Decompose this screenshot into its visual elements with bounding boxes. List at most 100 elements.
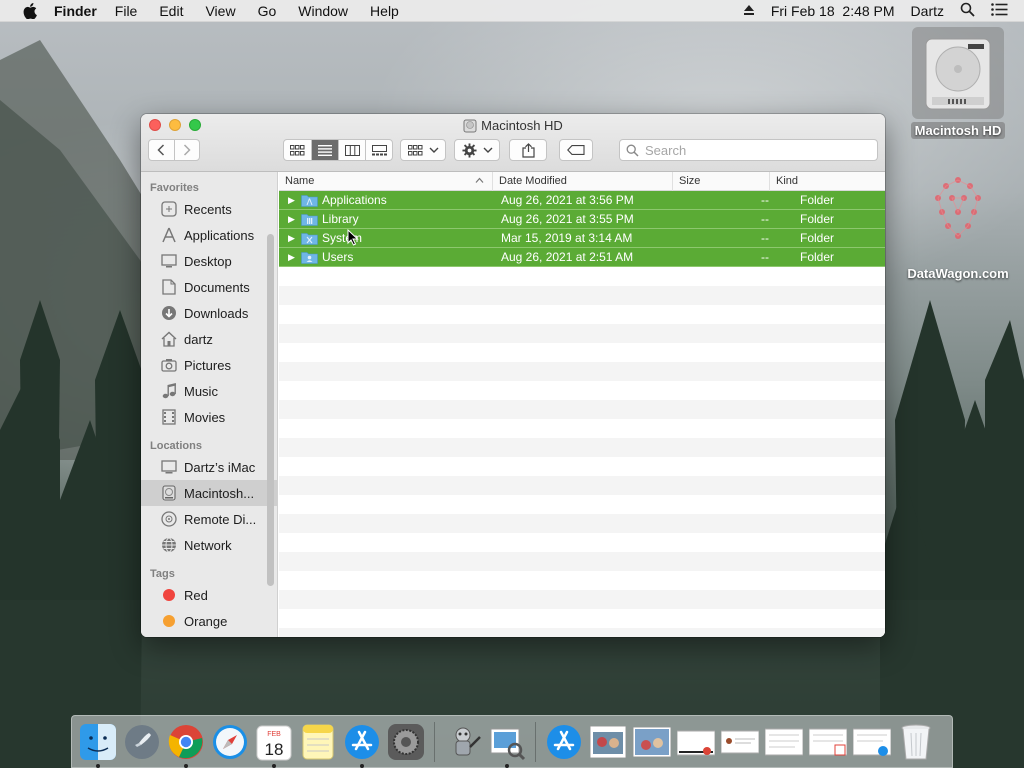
window-toolbar: Macintosh HD	[141, 114, 885, 172]
table-row[interactable]: ▶ Library Aug 26, 2021 at 3:55 PM -- Fol…	[279, 210, 885, 229]
sidebar-item-macintosh-hd[interactable]: Macintosh...	[141, 480, 277, 506]
menu-window[interactable]: Window	[298, 3, 348, 19]
hard-drive-icon	[912, 27, 1004, 119]
folder-applications-icon	[301, 194, 318, 207]
dock-document-2[interactable]	[720, 722, 760, 762]
disclosure-triangle-icon[interactable]: ▶	[279, 252, 301, 263]
column-kind[interactable]: Kind	[770, 172, 885, 191]
tag-button[interactable]	[559, 139, 593, 161]
table-row[interactable]: ▶ Applications Aug 26, 2021 at 3:56 PM -…	[279, 191, 885, 210]
gallery-view-button[interactable]	[365, 140, 392, 160]
list-view-button[interactable]	[311, 140, 338, 160]
empty-row	[279, 514, 885, 533]
file-list: Name Date Modified Size Kind ▶ Applicati…	[279, 171, 885, 637]
empty-row	[279, 552, 885, 571]
menu-go[interactable]: Go	[258, 3, 277, 19]
dock-document-1[interactable]	[676, 722, 716, 762]
dock-document-5[interactable]	[852, 722, 892, 762]
forward-button[interactable]	[173, 140, 199, 160]
sidebar-item-label: Music	[184, 383, 218, 399]
sidebar-item-music[interactable]: Music	[141, 378, 277, 404]
dock-app-store[interactable]	[342, 722, 382, 768]
column-date[interactable]: Date Modified	[493, 171, 673, 191]
icon-view-button[interactable]	[284, 140, 311, 160]
desktop-datawagon[interactable]: DataWagon.com	[898, 172, 1018, 281]
group-by-button[interactable]	[400, 139, 446, 161]
search-input[interactable]	[645, 142, 845, 158]
menu-help[interactable]: Help	[370, 3, 399, 19]
sidebar-item-applications[interactable]: Applications	[141, 222, 277, 248]
dock-system-preferences[interactable]	[386, 722, 426, 762]
column-size[interactable]: Size	[673, 171, 770, 191]
sidebar-item-label: Remote Di...	[184, 511, 257, 527]
chevron-left-icon	[157, 144, 165, 156]
menu-file[interactable]: File	[115, 3, 138, 19]
sidebar-scrollbar[interactable]	[267, 234, 274, 586]
search-field[interactable]	[619, 139, 878, 161]
document-thumbnail-icon	[853, 728, 891, 756]
dock-trash[interactable]	[896, 722, 936, 762]
eject-icon[interactable]	[743, 3, 755, 19]
back-button[interactable]	[149, 140, 174, 160]
empty-row	[279, 381, 885, 400]
disclosure-triangle-icon[interactable]: ▶	[279, 233, 301, 244]
dock-photo-1[interactable]	[588, 722, 628, 762]
sidebar-item-pictures[interactable]: Pictures	[141, 352, 277, 378]
dock-calendar[interactable]: FEB 18	[254, 722, 294, 768]
dock-notes[interactable]	[298, 722, 338, 762]
empty-row	[279, 324, 885, 343]
column-kind-label: Kind	[776, 175, 799, 187]
sidebar-item-remote-disc[interactable]: Remote Di...	[141, 506, 277, 532]
table-row[interactable]: ▶ Users Aug 26, 2021 at 2:51 AM -- Folde…	[279, 248, 885, 267]
spotlight-icon[interactable]	[960, 2, 975, 20]
dock-finder[interactable]	[78, 722, 118, 768]
action-menu-button[interactable]	[454, 139, 500, 161]
table-row[interactable]: ▶ System Mar 15, 2019 at 3:14 AM -- Fold…	[279, 229, 885, 248]
sidebar-item-desktop[interactable]: Desktop	[141, 248, 277, 274]
disclosure-triangle-icon[interactable]: ▶	[279, 195, 301, 206]
sidebar-item-recents[interactable]: Recents	[141, 196, 277, 222]
menu-bar: Finder File Edit View Go Window Help Fri…	[0, 0, 1024, 22]
dock-document-3[interactable]	[764, 722, 804, 762]
column-name-label: Name	[285, 175, 315, 187]
dock-photo-2[interactable]	[632, 722, 672, 762]
sidebar-item-documents[interactable]: Documents	[141, 274, 277, 300]
desktop-macintosh-hd[interactable]: Macintosh HD	[908, 27, 1008, 139]
file-date: Mar 15, 2019 at 3:14 AM	[501, 231, 633, 245]
sidebar-item-movies[interactable]: Movies	[141, 404, 277, 430]
sidebar-item-home[interactable]: dartz	[141, 326, 277, 352]
app-store-icon	[547, 724, 581, 759]
notification-center-icon[interactable]	[991, 2, 1008, 19]
menu-app-name[interactable]: Finder	[54, 3, 97, 19]
sidebar-item-tag-red[interactable]: Red	[141, 582, 277, 608]
desktop-datawagon-label: DataWagon.com	[907, 266, 1009, 281]
file-size: --	[761, 250, 769, 264]
dock-chrome[interactable]	[166, 722, 206, 768]
column-view-button[interactable]	[338, 140, 365, 160]
empty-row	[279, 571, 885, 590]
disclosure-triangle-icon[interactable]: ▶	[279, 214, 301, 225]
computer-icon	[160, 458, 178, 476]
menu-user[interactable]: Dartz	[911, 3, 944, 19]
dock-preview[interactable]	[487, 722, 527, 768]
desktop-icon	[160, 252, 178, 270]
sidebar-item-downloads[interactable]: Downloads	[141, 300, 277, 326]
dock-automator[interactable]	[443, 722, 483, 762]
menu-view[interactable]: View	[205, 3, 235, 19]
window-title-text: Macintosh HD	[481, 118, 563, 133]
app-store-icon	[345, 724, 379, 759]
dock-launchpad[interactable]	[122, 722, 162, 762]
dock-app-store-download[interactable]	[544, 722, 584, 762]
apple-menu-icon[interactable]	[20, 1, 40, 21]
menu-clock[interactable]: Fri Feb 18 2:48 PM	[771, 3, 895, 19]
calendar-month: FEB	[267, 731, 281, 738]
dock-document-4[interactable]	[808, 722, 848, 762]
dock-safari[interactable]	[210, 722, 250, 762]
column-name[interactable]: Name	[279, 171, 493, 191]
sidebar-item-network[interactable]: Network	[141, 532, 277, 558]
chevron-right-icon	[183, 144, 191, 156]
sidebar-item-tag-orange[interactable]: Orange	[141, 608, 277, 634]
menu-edit[interactable]: Edit	[159, 3, 183, 19]
sidebar-item-imac[interactable]: Dartz’s iMac	[141, 454, 277, 480]
share-button[interactable]	[509, 139, 547, 161]
